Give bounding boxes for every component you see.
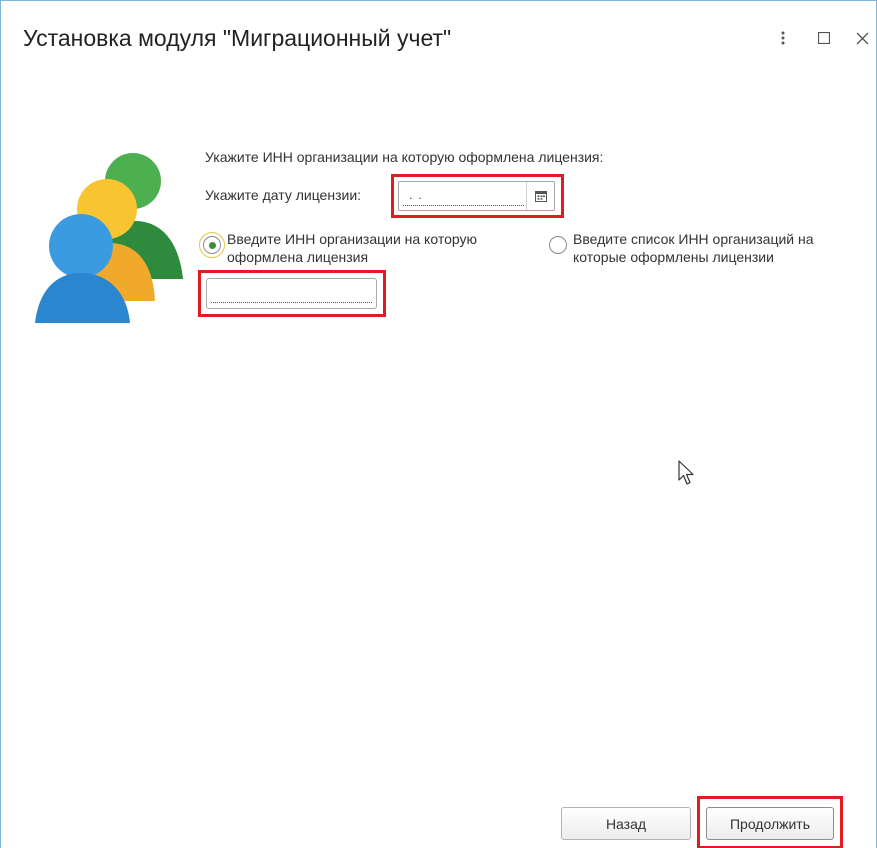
- mouse-cursor-icon: [678, 460, 694, 485]
- radio-inn-list-button[interactable]: [549, 236, 567, 254]
- title-bar: Установка модуля "Миграционный учет": [1, 1, 876, 73]
- window-title: Установка модуля "Миграционный учет": [23, 25, 452, 51]
- radio-single-inn-line1: Введите ИНН организации на которую: [227, 231, 477, 247]
- close-icon[interactable]: [851, 27, 873, 49]
- radio-inn-list-line2: которые оформлены лицензии: [573, 249, 774, 265]
- inn-prompt-label: Укажите ИНН организации на которую оформ…: [205, 149, 604, 165]
- continue-button-highlight: [697, 796, 843, 848]
- more-icon[interactable]: [772, 27, 794, 49]
- radio-inn-list-label: Введите список ИНН организаций на которы…: [573, 230, 814, 266]
- radio-single-inn[interactable]: Введите ИНН организации на которую оформ…: [199, 230, 477, 266]
- back-button[interactable]: Назад: [561, 807, 691, 840]
- dialog-window: Установка модуля "Миграционный учет" Ука…: [0, 0, 877, 848]
- date-label: Укажите дату лицензии:: [205, 187, 362, 203]
- inn-field-highlight: [198, 270, 386, 317]
- radio-inn-list-line1: Введите список ИНН организаций на: [573, 231, 814, 247]
- date-field-highlight: [391, 174, 564, 218]
- users-illustration: [31, 151, 191, 331]
- radio-selected-dot: [208, 241, 216, 249]
- radio-inn-list[interactable]: Введите список ИНН организаций на которы…: [549, 230, 814, 266]
- radio-single-inn-label: Введите ИНН организации на которую оформ…: [227, 230, 477, 266]
- radio-single-inn-button[interactable]: [199, 232, 225, 258]
- radio-single-inn-line2: оформлена лицензия: [227, 249, 369, 265]
- maximize-icon[interactable]: [813, 27, 835, 49]
